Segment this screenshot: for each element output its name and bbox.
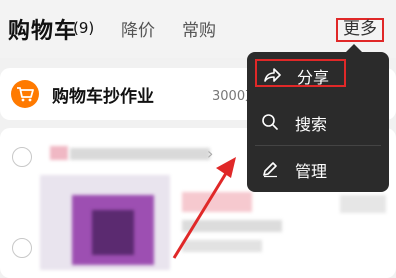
annotation-arrow bbox=[172, 157, 236, 259]
